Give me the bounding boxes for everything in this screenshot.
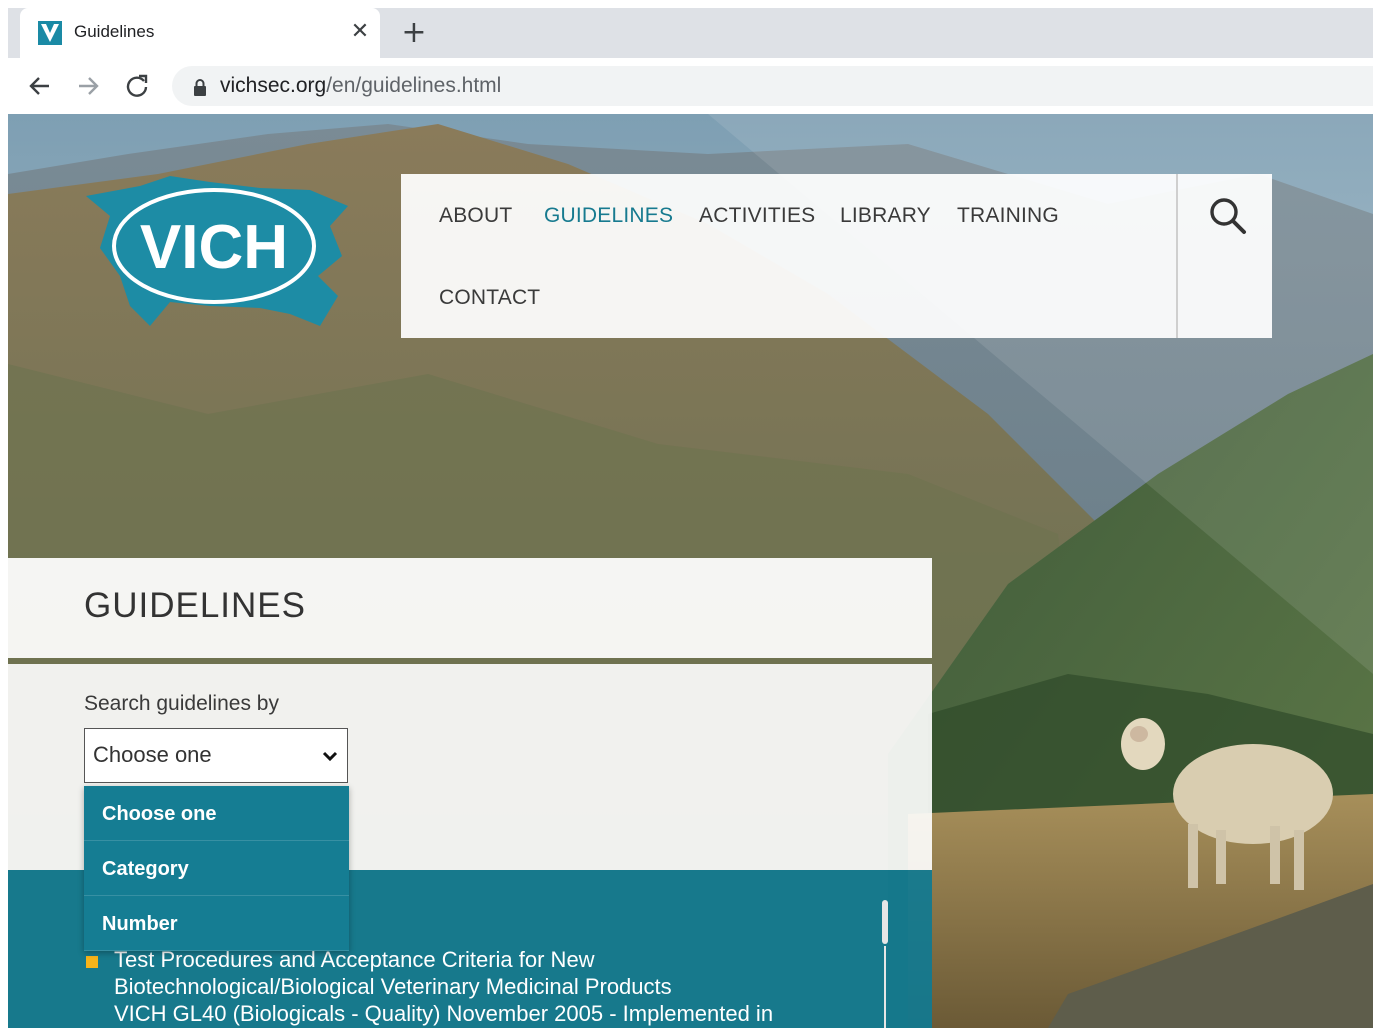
browser-chrome: Guidelines ✕ + vichsec.org/en/guidelines… bbox=[0, 0, 1373, 114]
scrollbar-track bbox=[884, 946, 886, 1028]
url-text: vichsec.org/en/guidelines.html bbox=[220, 74, 501, 98]
nav-activities[interactable]: ACTIVITIES bbox=[699, 204, 815, 228]
result-title-line-2: Biotechnological/Biological Veterinary M… bbox=[114, 974, 672, 999]
nav-guidelines[interactable]: GUIDELINES bbox=[544, 204, 673, 228]
tab-title: Guidelines bbox=[74, 22, 155, 41]
page-title-panel: GUIDELINES bbox=[8, 558, 932, 658]
nav-contact[interactable]: CONTACT bbox=[439, 286, 540, 310]
url-path: /en/guidelines.html bbox=[326, 74, 502, 97]
browser-toolbar: vichsec.org/en/guidelines.html bbox=[8, 58, 1373, 114]
browser-tab[interactable]: Guidelines ✕ bbox=[20, 8, 380, 58]
page-title: GUIDELINES bbox=[84, 586, 306, 625]
scrollbar-thumb[interactable] bbox=[882, 900, 888, 944]
vich-logo[interactable]: VICH bbox=[80, 176, 360, 336]
nav-training[interactable]: TRAINING bbox=[957, 204, 1059, 228]
option-number[interactable]: Number bbox=[84, 896, 349, 951]
result-meta-line: VICH GL40 (Biologicals - Quality) Novemb… bbox=[114, 1001, 774, 1026]
close-tab-icon[interactable]: ✕ bbox=[348, 20, 372, 44]
address-bar[interactable]: vichsec.org/en/guidelines.html bbox=[172, 66, 1373, 106]
lock-icon bbox=[194, 79, 206, 96]
tab-strip: Guidelines ✕ + bbox=[8, 8, 1373, 58]
result-item[interactable]: Test Procedures and Acceptance Criteria … bbox=[114, 946, 874, 1027]
search-icon[interactable] bbox=[1206, 194, 1250, 238]
web-page: VICH ABOUT GUIDELINES ACTIVITIES LIBRARY… bbox=[8, 114, 1373, 1028]
chevron-down-icon bbox=[322, 751, 338, 762]
search-by-select[interactable]: Choose one bbox=[84, 728, 348, 783]
select-value: Choose one bbox=[93, 742, 212, 767]
logo-text: VICH bbox=[140, 213, 288, 282]
search-by-dropdown: Choose one Category Number bbox=[84, 786, 349, 951]
option-category[interactable]: Category bbox=[84, 841, 349, 896]
back-arrow-icon[interactable] bbox=[26, 72, 54, 100]
url-host: vichsec.org bbox=[220, 74, 327, 97]
forward-arrow-icon[interactable] bbox=[74, 72, 102, 100]
new-tab-icon[interactable]: + bbox=[400, 18, 428, 48]
nav-library[interactable]: LIBRARY bbox=[840, 204, 931, 228]
results-scrollbar[interactable] bbox=[882, 900, 888, 1028]
search-label: Search guidelines by bbox=[84, 692, 279, 715]
reload-icon[interactable] bbox=[123, 72, 151, 100]
bullet-icon bbox=[86, 956, 98, 968]
option-choose-one[interactable]: Choose one bbox=[84, 786, 349, 841]
nav-divider bbox=[1176, 174, 1178, 338]
nav-about[interactable]: ABOUT bbox=[439, 204, 512, 228]
vich-favicon-icon bbox=[38, 21, 62, 45]
main-navigation: ABOUT GUIDELINES ACTIVITIES LIBRARY TRAI… bbox=[401, 174, 1272, 338]
